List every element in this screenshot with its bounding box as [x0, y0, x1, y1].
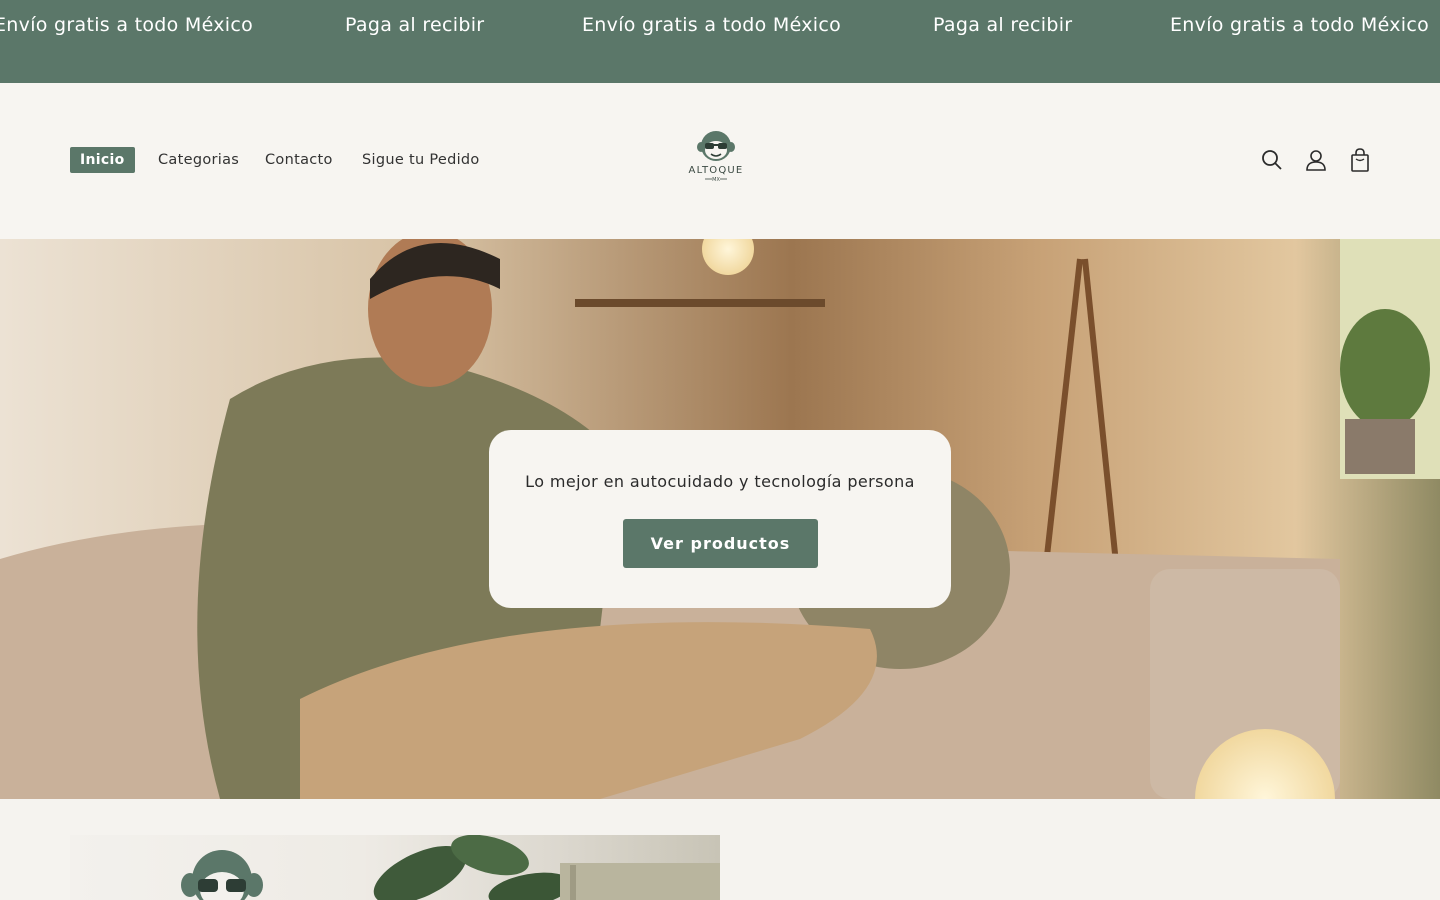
hero-card: Lo mejor en autocuidado y tecnología per…: [489, 430, 951, 608]
announcement-item: Paga al recibir: [933, 14, 1073, 36]
logo-text: ALTOQUE: [689, 165, 744, 176]
nav-link-contacto[interactable]: Contacto: [265, 147, 333, 173]
view-products-button[interactable]: Ver productos: [623, 519, 818, 568]
nav-link-inicio[interactable]: Inicio: [70, 147, 135, 173]
collection-image[interactable]: [70, 835, 720, 900]
announcement-item: Envío gratis a todo México: [582, 14, 842, 36]
hero-banner: Lo mejor en autocuidado y tecnología per…: [0, 239, 1440, 799]
site-header: Inicio Categorias Contacto Sigue tu Pedi…: [0, 83, 1440, 239]
nav-link-sigue-tu-pedido[interactable]: Sigue tu Pedido: [362, 147, 480, 173]
brand-logo[interactable]: ALTOQUE MX: [680, 129, 752, 185]
logo-subtext: MX: [712, 177, 720, 183]
announcement-bar: Envío gratis a todo México Paga al recib…: [0, 0, 1440, 83]
collection-image-art: [181, 835, 720, 900]
announcement-item: Paga al recibir: [345, 14, 485, 36]
monkey-logo-icon: ALTOQUE MX: [689, 131, 744, 183]
hero-tagline: Lo mejor en autocuidado y tecnología per…: [525, 472, 915, 491]
cart-icon[interactable]: [1348, 147, 1372, 173]
announcement-item: Envío gratis a todo México: [1170, 14, 1430, 36]
nav-link-categorias[interactable]: Categorias: [158, 147, 239, 173]
search-icon[interactable]: [1260, 147, 1284, 173]
account-icon[interactable]: [1304, 147, 1328, 173]
announcement-item: Envío gratis a todo México: [0, 14, 254, 36]
